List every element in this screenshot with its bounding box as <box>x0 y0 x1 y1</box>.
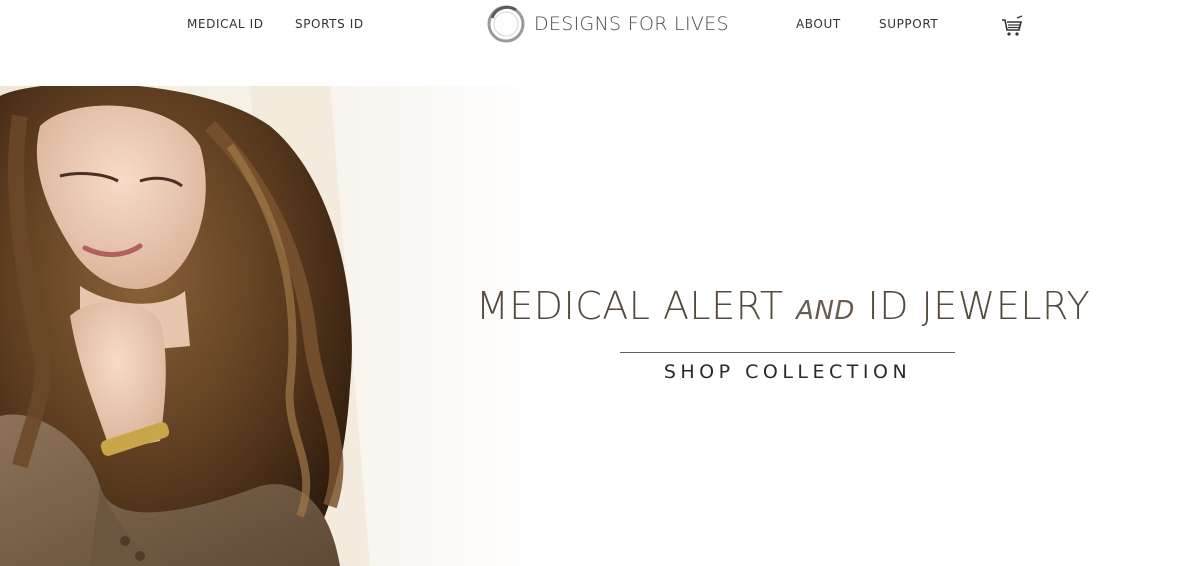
site-header: MEDICAL ID SPORTS ID DESIGNS FOR LIVES A… <box>0 0 1200 86</box>
nav-link-support[interactable]: SUPPORT <box>879 17 938 31</box>
hero-title-and: AND <box>796 296 855 326</box>
hero-banner: MEDICAL ALERT AND ID JEWELRY SHOP COLLEC… <box>0 86 1200 566</box>
hero-photo-woman <box>0 86 520 566</box>
hero-divider <box>620 352 955 353</box>
site-logo[interactable]: DESIGNS FOR LIVES <box>486 3 729 45</box>
nav-link-about[interactable]: ABOUT <box>796 17 841 31</box>
logo-ring-icon <box>487 5 525 43</box>
hero-title-part1: MEDICAL ALERT <box>476 284 797 328</box>
hero-title: MEDICAL ALERT AND ID JEWELRY <box>476 284 1098 328</box>
nav-link-sports-id[interactable]: SPORTS ID <box>295 17 364 31</box>
hero-title-part2: ID JEWELRY <box>854 284 1091 328</box>
logo-text: DESIGNS FOR LIVES <box>534 13 729 35</box>
shop-collection-link[interactable]: SHOP COLLECTION <box>620 361 955 383</box>
cart-icon[interactable] <box>1000 14 1024 38</box>
nav-link-medical-id[interactable]: MEDICAL ID <box>187 17 264 31</box>
